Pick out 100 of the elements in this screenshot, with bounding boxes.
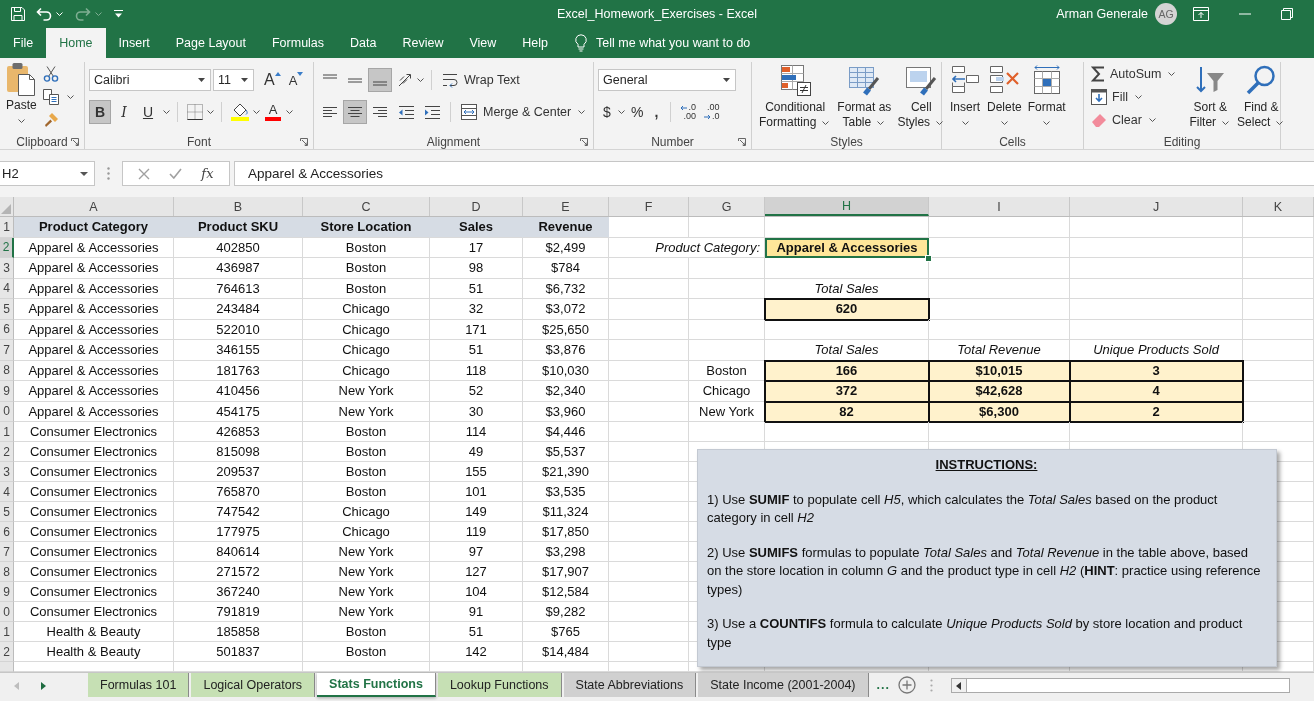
row-header[interactable]: 8	[0, 562, 14, 582]
row-header[interactable]: 5	[0, 502, 14, 522]
scrollbar-thumb[interactable]	[966, 679, 1289, 692]
row-header[interactable]: 7	[0, 340, 14, 361]
vertical-dots-icon[interactable]	[107, 167, 110, 180]
caret-icon[interactable]	[253, 110, 260, 114]
save-icon[interactable]	[10, 6, 26, 22]
sheet-tab[interactable]: State Abbreviations	[563, 673, 697, 697]
caret-icon[interactable]	[66, 94, 74, 99]
ribbon-tab[interactable]: Page Layout	[162, 28, 259, 58]
indent-right-icon[interactable]	[424, 105, 440, 119]
column-header[interactable]: I	[929, 197, 1070, 216]
user-name[interactable]: Arman Generale	[1056, 7, 1148, 21]
row-header[interactable]: 6	[0, 319, 14, 340]
formula-input[interactable]: Apparel & Accessories	[234, 161, 1314, 186]
tell-me-search[interactable]: Tell me what you want to do	[596, 36, 751, 50]
column-header[interactable]: D	[430, 197, 523, 216]
sheet-tab[interactable]: Stats Functions	[317, 673, 436, 697]
dialog-launcher-icon[interactable]	[738, 137, 746, 146]
paste-button[interactable]: Paste	[4, 62, 39, 134]
dialog-launcher-icon[interactable]	[300, 137, 308, 146]
user-avatar[interactable]: AG	[1155, 3, 1177, 25]
checkmark-icon[interactable]	[169, 168, 183, 179]
align-center-button[interactable]	[343, 100, 367, 124]
sheet-tab[interactable]: Lookup Functions	[437, 673, 562, 697]
number-format-dropdown[interactable]: General	[598, 69, 736, 91]
caret-icon[interactable]	[207, 110, 214, 114]
caret-icon[interactable]	[618, 110, 625, 114]
undo-icon[interactable]	[36, 7, 52, 21]
font-name-dropdown[interactable]: Calibri	[89, 69, 211, 91]
decrease-decimal-button[interactable]: .00 .0	[699, 100, 724, 124]
column-header[interactable]: J	[1070, 197, 1243, 216]
row-header[interactable]: 9	[0, 381, 14, 402]
currency-button[interactable]: $	[598, 100, 616, 124]
window-arrow-icon[interactable]	[1193, 7, 1209, 21]
comma-style-button[interactable]: ,	[647, 100, 666, 124]
format-cells-button[interactable]: Format	[1024, 62, 1069, 134]
ribbon-tab[interactable]: View	[456, 28, 510, 58]
dotted-grid-icon[interactable]	[187, 104, 203, 120]
ribbon-tab[interactable]: Home	[46, 28, 106, 58]
category-value-cell[interactable]: Apparel & Accessories	[765, 237, 929, 258]
paintbrush-icon[interactable]	[42, 111, 59, 128]
caret-icon[interactable]	[417, 78, 424, 82]
row-header[interactable]: 3	[0, 258, 14, 279]
right-arrow-icon[interactable]	[41, 682, 46, 690]
sheet-tab[interactable]: Logical Operators	[191, 673, 316, 697]
ribbon-tab[interactable]: Help	[509, 28, 562, 58]
find-select-button[interactable]: Find & Select	[1234, 62, 1289, 134]
format-as-table-button[interactable]: Format as Table	[834, 62, 895, 134]
row-header[interactable]: 6	[0, 522, 14, 542]
row-header[interactable]: 1	[0, 422, 14, 442]
sheet-tab[interactable]: State Income (2001-2004)	[698, 673, 869, 697]
font-size-dropdown[interactable]: 11	[213, 69, 254, 91]
lightbulb-icon[interactable]	[575, 34, 588, 52]
left-arrow-icon[interactable]	[956, 681, 962, 690]
ribbon-tab[interactable]: Formulas	[258, 28, 338, 58]
row-header[interactable]: 4	[0, 278, 14, 299]
row-header[interactable]: 5	[0, 299, 14, 320]
fill-handle-icon[interactable]	[925, 255, 932, 262]
indent-left-icon[interactable]	[398, 105, 414, 119]
italic-button[interactable]: I	[113, 100, 135, 124]
grow-font-button[interactable]: A	[260, 68, 285, 92]
row-header[interactable]: 9	[0, 582, 14, 602]
triangle-down-icon[interactable]	[114, 10, 123, 18]
column-header[interactable]: A	[14, 197, 174, 216]
percent-button[interactable]: %	[627, 100, 648, 124]
column-header[interactable]: H	[765, 197, 929, 216]
fill-button[interactable]: Fill	[1088, 85, 1181, 108]
cross-icon[interactable]	[138, 167, 151, 180]
sheet-tab[interactable]: Formulas 101	[88, 673, 190, 697]
merge-center-button[interactable]: Merge & Center	[456, 100, 577, 124]
insert-function-button[interactable]: fx	[201, 166, 214, 181]
conditional-formatting-button[interactable]: Conditional Formatting	[756, 62, 835, 134]
bold-button[interactable]: B	[89, 100, 111, 124]
column-header[interactable]: C	[303, 197, 430, 216]
delete-cells-button[interactable]: Delete	[984, 62, 1025, 134]
sort-filter-button[interactable]: Sort & Filter	[1186, 62, 1235, 134]
dialog-launcher-icon[interactable]	[580, 137, 588, 146]
insert-cells-button[interactable]: Insert	[946, 62, 984, 134]
ribbon-tab[interactable]: Data	[337, 28, 390, 58]
row-header[interactable]: 2	[0, 237, 14, 258]
row-header[interactable]: 7	[0, 542, 14, 562]
caret-icon[interactable]	[286, 110, 293, 114]
column-header[interactable]: K	[1243, 197, 1314, 216]
row-header[interactable]: 3	[0, 462, 14, 482]
row-header[interactable]: 0	[0, 401, 14, 422]
ribbon-tab[interactable]: File	[0, 28, 47, 58]
column-header[interactable]: E	[523, 197, 609, 216]
cell-styles-button[interactable]: Cell Styles	[894, 62, 949, 134]
caret-icon[interactable]	[163, 110, 170, 114]
row-header[interactable]: 4	[0, 482, 14, 502]
row-header[interactable]: 2	[0, 642, 14, 662]
clear-button[interactable]: Clear	[1088, 108, 1181, 131]
ribbon-tab[interactable]: Insert	[105, 28, 163, 58]
row-header[interactable]: 8	[0, 360, 14, 381]
caret-icon[interactable]	[17, 119, 25, 123]
shrink-font-button[interactable]: A	[284, 68, 308, 92]
font-color-button[interactable]: A	[262, 100, 284, 124]
dialog-launcher-icon[interactable]	[71, 137, 79, 146]
underline-button[interactable]: U	[137, 100, 159, 124]
